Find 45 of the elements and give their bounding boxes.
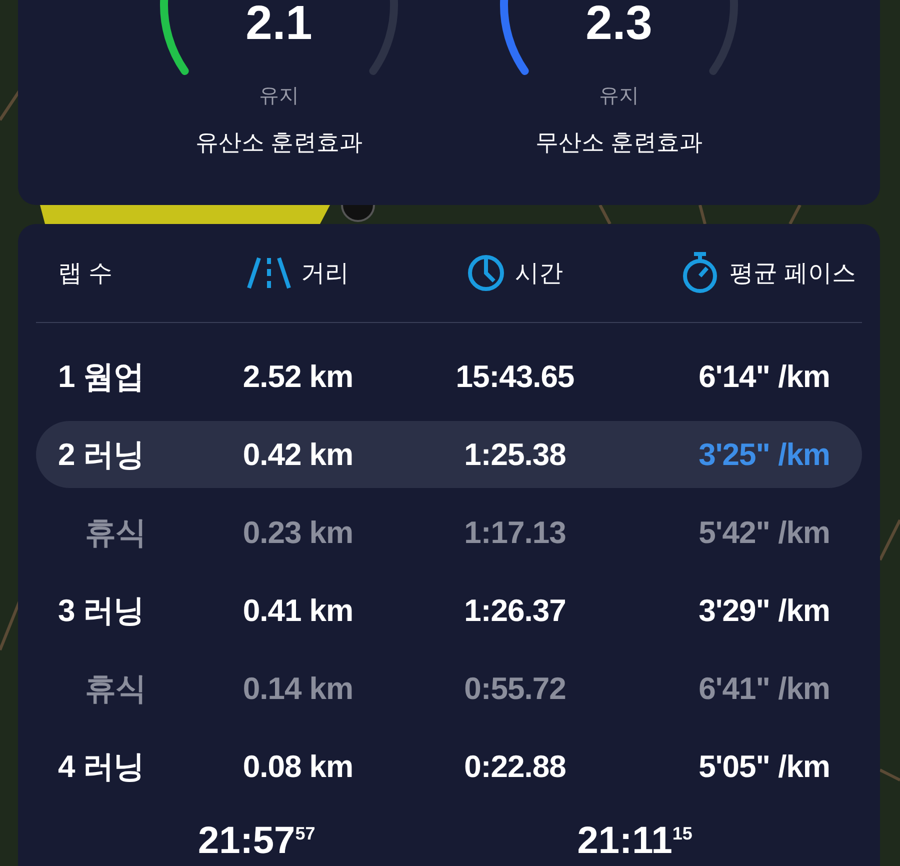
effect-value: 2.1: [246, 0, 312, 48]
lap-row[interactable]: 3 러닝 0.41 km 1:26.37 3'29" /km: [36, 577, 862, 644]
time-cell: 0:22.88: [464, 748, 566, 784]
lap-label: 3 러닝: [58, 592, 144, 630]
lap-row[interactable]: 휴식 0.14 km 0:55.72 6'41" /km: [36, 655, 862, 722]
distance-cell: 0.14 km: [242, 670, 354, 706]
lap-row[interactable]: 2 러닝 0.42 km 1:25.38 3'25" /km: [36, 421, 862, 488]
pace-cell: 5'05" /km: [698, 748, 830, 784]
lap-label: 휴식: [84, 670, 146, 708]
column-header: 거리: [301, 259, 349, 289]
distance-cell: 0.41 km: [242, 592, 354, 628]
effect-status: 유지: [599, 84, 639, 109]
effect-status: 유지: [259, 84, 299, 109]
distance-cell: 0.08 km: [242, 748, 354, 784]
lap-row[interactable]: 1 웜업 2.52 km 15:43.65 6'14" /km: [36, 343, 862, 410]
lap-row[interactable]: 4 러닝 0.08 km 0:22.88 5'05" /km: [36, 733, 862, 800]
distance-cell: 0.23 km: [242, 514, 354, 550]
effect-label: 유산소 훈련효과: [195, 128, 363, 157]
total-time: 21:57$^{57}$: [198, 820, 316, 863]
stopwatch-icon: [681, 252, 720, 294]
column-header: 시간: [515, 259, 563, 289]
time-cell: 1:17.13: [464, 514, 566, 550]
pace-cell: 3'25" /km: [698, 436, 830, 472]
time-cell: 15:43.65: [456, 358, 574, 394]
lap-label: 휴식: [84, 514, 146, 552]
column-header: 랩 수: [58, 259, 113, 289]
road-icon: [247, 256, 291, 290]
clock-icon: [467, 254, 505, 292]
distance-cell: 0.42 km: [242, 436, 354, 472]
effect-label: 무산소 훈련효과: [535, 128, 703, 157]
pace-cell: 6'41" /km: [698, 670, 830, 706]
lap-label: 2 러닝: [58, 436, 144, 474]
lap-label: 4 러닝: [58, 748, 144, 786]
total-time: 21:11$^{15}$: [577, 820, 692, 863]
effect-value: 2.3: [586, 0, 652, 48]
lap-row[interactable]: 휴식 0.23 km 1:17.13 5'42" /km: [36, 499, 862, 566]
time-cell: 1:26.37: [464, 592, 566, 628]
pace-cell: 6'14" /km: [698, 358, 830, 394]
pace-cell: 5'42" /km: [698, 514, 830, 550]
lap-label: 1 웜업: [58, 358, 144, 396]
time-cell: 1:25.38: [464, 436, 566, 472]
time-cell: 0:55.72: [464, 670, 566, 706]
distance-cell: 2.52 km: [242, 358, 354, 394]
pace-cell: 3'29" /km: [698, 592, 830, 628]
column-header: 평균 페이스: [729, 259, 856, 289]
